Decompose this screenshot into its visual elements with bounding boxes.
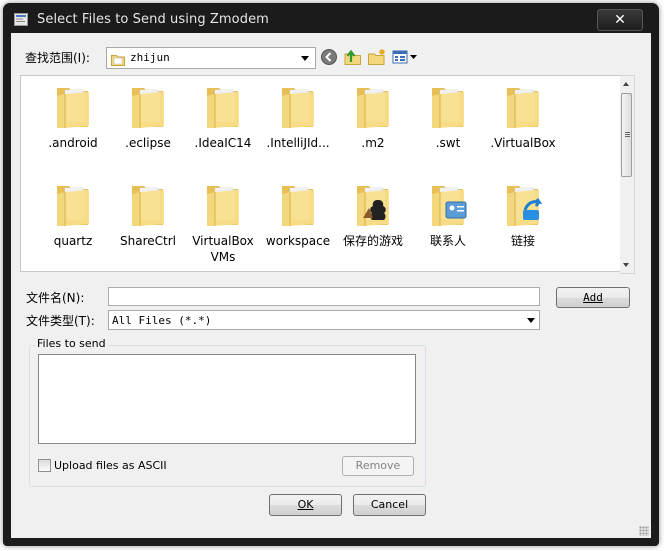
vertical-scrollbar[interactable] [620,75,635,274]
file-item-label: .m2 [361,136,385,150]
file-item[interactable]: .android [37,82,109,151]
cancel-button-label: Cancel [370,498,409,511]
folder-icon [37,82,109,130]
file-list[interactable]: .android .eclipse .IdeaIC14 .IntelliJId.… [20,75,622,272]
file-item[interactable]: .IntelliJId... [262,82,334,151]
filetype-value: All Files (*.*) [112,314,212,327]
add-button[interactable]: Add [556,287,630,308]
view-menu-icon[interactable] [391,48,419,66]
file-item[interactable]: VirtualBox VMs [187,180,259,265]
file-item[interactable]: 联系人 [412,180,484,249]
scroll-thumb[interactable] [621,93,632,177]
filetype-label: 文件类型(T): [26,314,95,328]
file-item-label: 链接 [510,234,535,248]
file-item-label: 联系人 [429,234,466,248]
folder-icon [187,180,259,228]
close-icon: ✕ [614,12,626,28]
file-item-label: .android [48,136,98,150]
lookin-value: zhijun [130,51,170,64]
file-item[interactable]: .VirtualBox [487,82,559,151]
folder-icon [112,82,184,130]
file-item-label: .IntelliJId... [266,136,330,150]
folder-icon [337,82,409,130]
chevron-down-icon[interactable] [301,56,309,61]
saved-games-folder-icon [337,180,409,228]
file-item[interactable]: quartz [37,180,109,249]
file-item[interactable]: workspace [262,180,334,249]
ascii-checkbox[interactable] [38,459,51,472]
folder-icon [37,180,109,228]
file-item[interactable]: .m2 [337,82,409,151]
file-item[interactable]: .eclipse [112,82,184,151]
file-item-label: .IdeaIC14 [194,136,252,150]
ok-button[interactable]: OK [269,494,342,516]
resize-grip[interactable] [639,526,649,536]
remove-button-label: Remove [355,459,401,472]
filename-input[interactable] [108,287,540,306]
back-icon[interactable] [320,48,340,66]
chevron-down-icon[interactable] [527,318,535,323]
contacts-folder-icon [412,180,484,228]
close-button[interactable]: ✕ [597,9,643,31]
folder-icon [262,180,334,228]
file-item[interactable]: 保存的游戏 [337,180,409,249]
file-item[interactable]: .IdeaIC14 [187,82,259,151]
app-icon [14,12,29,27]
file-item[interactable]: ShareCtrl [112,180,184,249]
window-title: Select Files to Send using Zmodem [37,12,269,27]
folder-icon [412,82,484,130]
new-folder-icon[interactable] [367,48,387,66]
remove-button[interactable]: Remove [342,456,414,476]
folder-icon [487,82,559,130]
dialog-window: Select Files to Send using Zmodem ✕ 查找范围… [3,3,659,546]
file-item-label: 保存的游戏 [342,234,403,248]
file-item-label: .swt [435,136,461,150]
title-bar[interactable]: Select Files to Send using Zmodem ✕ [3,3,659,33]
file-item-label: workspace [265,234,331,248]
add-button-label: Add [583,291,603,304]
file-item-label: ShareCtrl [120,234,176,248]
up-folder-icon[interactable] [343,48,363,66]
lookin-combo[interactable]: zhijun [106,47,316,69]
group-title: Files to send [35,337,108,350]
filetype-select[interactable]: All Files (*.*) [108,310,540,330]
dialog-body: 查找范围(I): zhijun .android .eclipse .IdeaI… [11,33,651,538]
filename-label: 文件名(N): [26,291,85,305]
folder-icon [262,82,334,130]
scroll-up-icon[interactable] [623,82,629,86]
folder-icon [112,180,184,228]
file-item-label: .VirtualBox [490,136,556,150]
links-folder-icon [487,180,559,228]
files-to-send-group: Files to send Upload files as ASCII Remo… [29,337,426,487]
file-item-label: .eclipse [125,136,171,150]
file-item[interactable]: 链接 [487,180,559,249]
file-item-label: VirtualBox VMs [192,234,254,264]
ascii-checkbox-label[interactable]: Upload files as ASCII [54,459,167,472]
files-to-send-list[interactable] [38,354,416,444]
ok-button-label: OK [297,498,314,511]
file-item[interactable]: .swt [412,82,484,151]
scroll-down-icon[interactable] [623,263,629,267]
folder-icon [111,51,125,66]
lookin-label: 查找范围(I): [25,51,90,65]
cancel-button[interactable]: Cancel [353,494,426,516]
file-item-label: quartz [53,234,93,248]
folder-icon [187,82,259,130]
